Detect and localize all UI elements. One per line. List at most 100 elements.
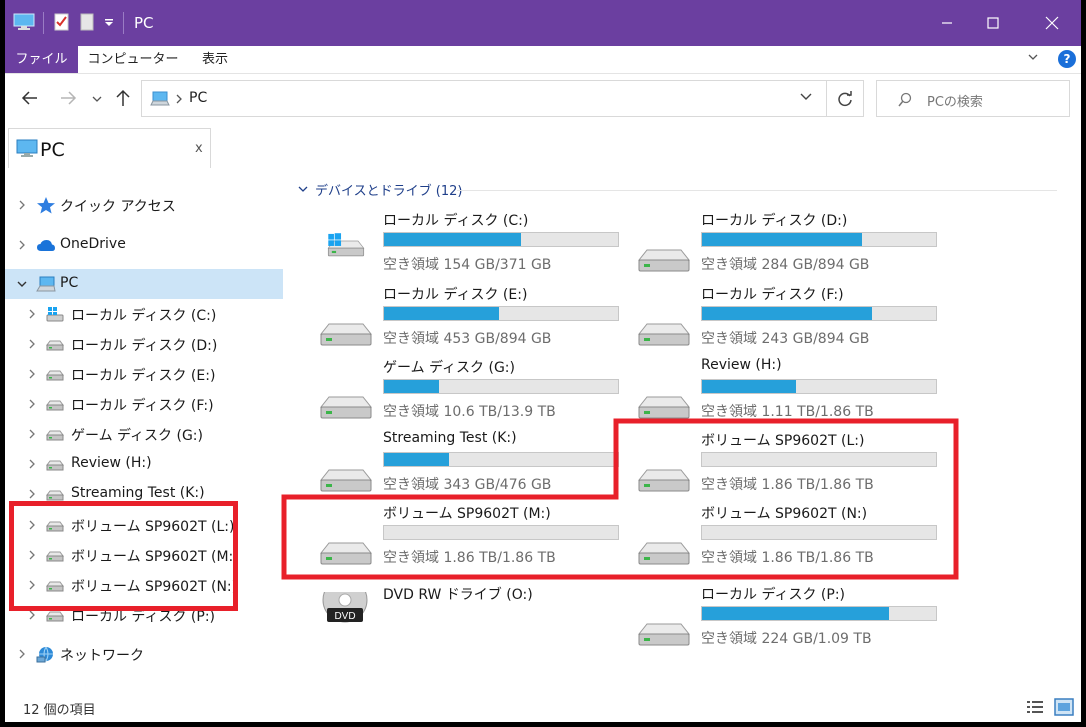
address-bar[interactable]: PC [141,80,827,117]
tab-pc[interactable]: PC x [8,128,211,168]
nav-item[interactable]: ローカル ディスク (E:) [5,359,283,389]
chevron-right-icon[interactable] [26,519,38,531]
close-button[interactable] [1029,0,1075,46]
usage-bar-fill [702,307,873,320]
drive-tile[interactable]: ゲーム ディスク (G:) 空き領域 10.6 TB/13.9 TB [319,357,629,427]
new-folder-icon[interactable] [80,13,94,31]
nav-item[interactable]: ローカル ディスク (C:) [5,299,283,329]
back-arrow-icon[interactable] [21,90,39,106]
address-dropdown-icon[interactable] [799,89,813,103]
nav-item[interactable]: ボリューム SP9602T (L:) [5,510,283,540]
chevron-right-icon[interactable] [16,239,28,251]
usage-bar [701,306,937,321]
properties-icon[interactable] [54,13,70,31]
customize-qat-icon[interactable] [104,18,114,28]
chevron-right-icon[interactable] [26,549,38,561]
details-view-icon[interactable] [1026,699,1044,715]
nav-item[interactable]: ローカル ディスク (F:) [5,389,283,419]
chevron-down-icon[interactable] [298,185,308,193]
refresh-button[interactable] [827,80,864,117]
chevron-right-icon[interactable] [26,458,38,470]
search-input[interactable]: PCの検索 [927,91,983,110]
forward-arrow-icon[interactable] [59,90,77,106]
chevron-right-icon[interactable] [26,579,38,591]
free-space-label: 空き領域 10.6 TB/13.9 TB [383,404,556,420]
large-icons-view-icon[interactable] [1054,698,1074,716]
drive-tile[interactable]: ローカル ディスク (F:) 空き領域 243 GB/894 GB [637,284,947,354]
content-pane: デバイスとドライブ (12) ローカル ディスク (C:) 空き領域 154 GB… [287,166,1081,689]
help-icon[interactable]: ? [1058,50,1076,68]
chevron-right-icon[interactable] [26,398,38,410]
drive-name: ゲーム ディスク (G:) [383,360,515,376]
drive-tile[interactable]: ローカル ディスク (P:) 空き領域 224 GB/1.09 TB [637,584,947,654]
drive-tile[interactable]: ボリューム SP9602T (M:) 空き領域 1.86 TB/1.86 TB [319,503,629,573]
cloud-icon [37,240,55,251]
refresh-icon [838,91,852,107]
free-space-label: 空き領域 1.86 TB/1.86 TB [383,550,556,566]
expand-ribbon-icon[interactable] [1027,51,1039,63]
nav-item[interactable]: ローカル ディスク (P:) [5,600,283,630]
drive-tile[interactable]: ローカル ディスク (C:) 空き領域 154 GB/371 GB [319,210,629,280]
drive-tile[interactable]: ボリューム SP9602T (L:) 空き領域 1.86 TB/1.86 TB [637,430,947,500]
drive-name: Review (H:) [701,357,782,373]
recent-locations-icon[interactable] [92,95,102,103]
drive-name: ローカル ディスク (E:) [383,287,528,303]
up-arrow-icon[interactable] [115,89,131,107]
drive-name: ローカル ディスク (C:) [383,213,529,229]
drive-tile[interactable]: DVD DVD RW ドライブ (O:) [319,584,629,654]
drive-icon [637,623,691,646]
usage-bar-fill [384,233,521,246]
tab-view[interactable]: 表示 [190,46,240,73]
nav-item[interactable]: ボリューム SP9602T (M:) [5,540,283,570]
drive-icon [46,490,64,501]
explorer-window: PC ファイル コンピューター 表示 ? PC PCの検索 PC x クイック … [5,0,1081,722]
breadcrumb-pc[interactable]: PC [189,90,207,106]
nav-item[interactable]: ボリューム SP9602T (N:) [5,570,283,600]
ribbon-tabs: ファイル コンピューター 表示 ? [5,46,1081,74]
tab-computer[interactable]: コンピューター [83,46,183,73]
nav-item[interactable]: クイック アクセス [5,190,283,220]
usage-bar [701,452,937,467]
nav-item[interactable]: ネットワーク [5,639,283,669]
nav-item[interactable]: ローカル ディスク (D:) [5,329,283,359]
maximize-button[interactable] [970,0,1016,46]
drive-name: ローカル ディスク (P:) [701,587,846,603]
chevron-right-icon[interactable] [16,648,28,660]
drive-tile[interactable]: ボリューム SP9602T (N:) 空き領域 1.86 TB/1.86 TB [637,503,947,573]
free-space-label: 空き領域 453 GB/894 GB [383,331,552,347]
chevron-right-icon[interactable] [26,428,38,440]
drive-icon [637,469,691,492]
minimize-button[interactable] [924,0,970,46]
chevron-right-icon[interactable] [26,368,38,380]
group-header[interactable]: デバイスとドライブ (12) [315,180,462,199]
nav-item[interactable]: PC [5,269,283,299]
chevron-down-icon[interactable] [16,278,28,290]
drive-tile[interactable]: ローカル ディスク (D:) 空き領域 284 GB/894 GB [637,210,947,280]
nav-item[interactable]: OneDrive [5,230,283,260]
chevron-right-icon[interactable] [26,609,38,621]
nav-item[interactable]: ゲーム ディスク (G:) [5,419,283,449]
dvd-label: DVD [334,611,355,622]
usage-bar-fill [384,307,500,320]
drive-tile[interactable]: Review (H:) 空き領域 1.11 TB/1.86 TB [637,357,947,427]
chevron-right-icon[interactable] [16,199,28,211]
windows-drive-icon [46,307,64,322]
drive-icon [46,460,64,471]
search-box[interactable]: PCの検索 [876,80,1070,117]
drive-icon [46,521,64,532]
drive-tile[interactable]: Streaming Test (K:) 空き領域 343 GB/476 GB [319,430,629,500]
nav-item-label: PC [60,275,79,291]
drive-tile[interactable]: ローカル ディスク (E:) 空き領域 453 GB/894 GB [319,284,629,354]
tab-strip: PC x [5,128,1081,168]
chevron-right-icon[interactable] [26,488,38,500]
usage-bar [383,452,619,467]
chevron-right-icon[interactable] [26,338,38,350]
group-divider [457,190,1057,191]
nav-item[interactable]: Streaming Test (K:) [5,479,283,509]
breadcrumb-separator-icon[interactable] [175,94,183,104]
tab-file[interactable]: ファイル [5,46,78,73]
close-tab-icon[interactable]: x [195,141,203,156]
nav-item-label: ボリューム SP9602T (L:) [71,519,235,535]
nav-item[interactable]: Review (H:) [5,449,283,479]
chevron-right-icon[interactable] [26,308,38,320]
